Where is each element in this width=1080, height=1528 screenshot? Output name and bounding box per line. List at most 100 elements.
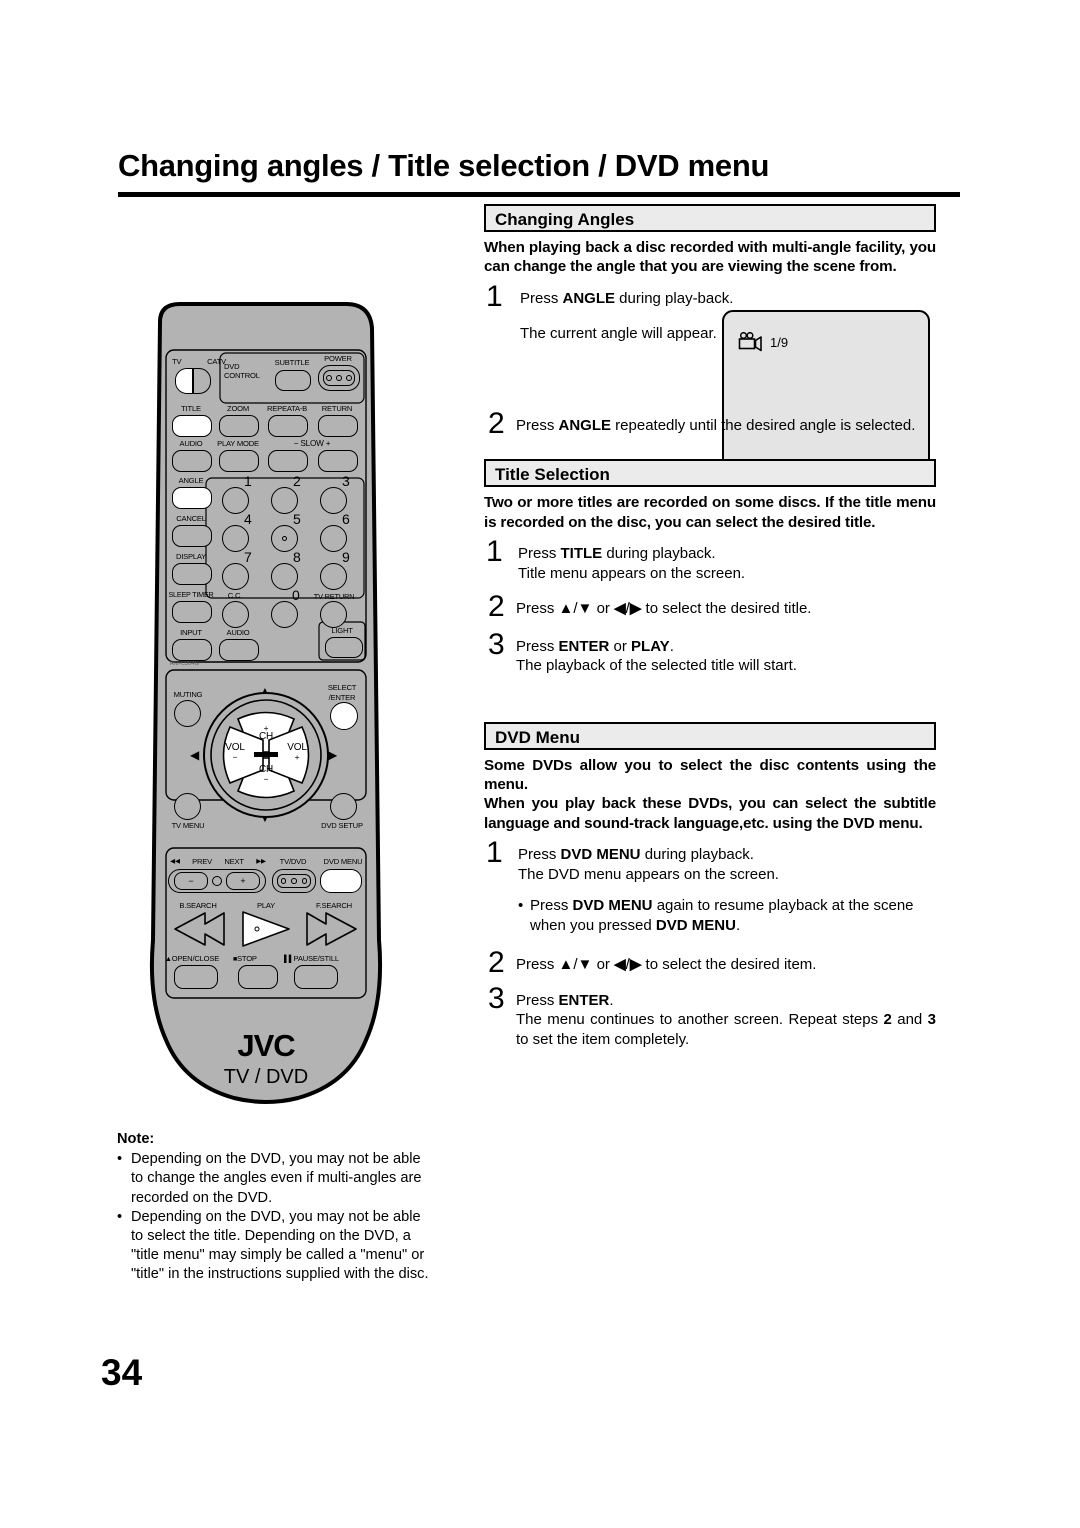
jvc-logo: JVC bbox=[237, 1028, 295, 1063]
arrow-down-icon: ▼ bbox=[577, 956, 593, 974]
arrow-left-icon: ◀ bbox=[614, 600, 626, 618]
step-keyword: PLAY bbox=[631, 637, 670, 655]
step-text-part: Press bbox=[518, 846, 561, 864]
step-note: The menu continues to another screen. Re… bbox=[516, 1010, 936, 1049]
note-item-text: Depending on the DVD, you may not be abl… bbox=[131, 1151, 422, 1206]
step-keyword: TITLE bbox=[560, 545, 603, 563]
note-item: • Depending on the DVD, you may not be a… bbox=[117, 1150, 435, 1208]
step-text: Press DVD MENU during playback. bbox=[518, 845, 936, 865]
step-number: 3 bbox=[488, 627, 505, 661]
step-text-part: and bbox=[891, 1011, 928, 1029]
bullet-dot: • bbox=[117, 1208, 123, 1225]
step-text-part: to set the item completely. bbox=[516, 1030, 690, 1048]
step-note: The DVD menu appears on the screen. bbox=[518, 865, 779, 883]
dvd-menu-step-2: 2 Press ▲/▼ or ◀/▶ to select the desired… bbox=[484, 948, 936, 978]
title-selection-step-3: 3 Press ENTER or PLAY. The playback of t… bbox=[484, 629, 936, 676]
step-text-part: Press bbox=[516, 956, 559, 974]
step-text-part: to select the desired item. bbox=[641, 956, 817, 974]
step-text-part: . bbox=[669, 637, 674, 655]
arrow-left-icon: ◀ bbox=[614, 956, 626, 974]
step-keyword: ANGLE bbox=[562, 289, 616, 307]
dvd-menu-bullet: • Press DVD MENU again to resume playback… bbox=[484, 896, 936, 935]
step-keyword: DVD MENU bbox=[560, 846, 641, 864]
step-text-part: or bbox=[609, 637, 632, 655]
pause-still-button[interactable] bbox=[294, 965, 338, 989]
bullet-text-part: . bbox=[735, 916, 741, 934]
step-text: Press TITLE during playback. bbox=[518, 544, 936, 564]
step-text-part: Press bbox=[516, 600, 559, 618]
transport-buttons-svg bbox=[174, 911, 357, 947]
bullet-dot: • bbox=[117, 1151, 123, 1168]
open-close-button[interactable] bbox=[174, 965, 218, 989]
step-text: Press ENTER or PLAY. bbox=[516, 637, 936, 657]
open-close-text: OPEN/CLOSE bbox=[171, 954, 220, 963]
arrow-up-icon: ▲ bbox=[558, 600, 574, 618]
section-header-changing-angles: Changing Angles bbox=[484, 204, 936, 232]
arrow-right-icon: ▶ bbox=[629, 956, 642, 974]
section-header-dvd-menu: DVD Menu bbox=[484, 721, 936, 750]
step-text-part: Press bbox=[516, 416, 559, 434]
step-number: 3 bbox=[488, 981, 505, 1015]
step-text-part: or bbox=[592, 956, 615, 974]
note-block: Note: • Depending on the DVD, you may no… bbox=[117, 1130, 435, 1285]
step-text-part: during playback. bbox=[602, 545, 716, 563]
arrow-up-icon: ▲ bbox=[558, 956, 574, 974]
pause-still-text: PAUSE/STILL bbox=[293, 954, 340, 963]
b-search-button[interactable] bbox=[174, 912, 225, 946]
remote-control-illustration: TV CATV DVD CONTROL SUBTITLE POWER TITLE… bbox=[148, 300, 384, 1120]
eject-icon: ▲ bbox=[165, 956, 172, 963]
step-number: 2 bbox=[488, 590, 505, 624]
stop-button[interactable] bbox=[238, 965, 278, 989]
step-number: 2 bbox=[488, 946, 505, 980]
changing-angles-intro: When playing back a disc recorded with m… bbox=[484, 239, 936, 276]
dvd-menu-step-3: 3 Press ENTER. The menu continues to ano… bbox=[484, 983, 936, 1050]
step-note: The playback of the selected title will … bbox=[516, 657, 797, 675]
step-note: Title menu appears on the screen. bbox=[518, 564, 746, 582]
dvd-menu-step-1: 1 Press DVD MENU during playback. The DV… bbox=[484, 838, 936, 884]
bullet-text-part: Press bbox=[530, 897, 573, 915]
step-text-part: during play-back. bbox=[615, 289, 734, 307]
dvd-menu-intro-1: Some DVDs allow you to select the disc c… bbox=[484, 756, 936, 794]
play-button[interactable] bbox=[242, 911, 290, 947]
step-text-part: Press bbox=[520, 289, 563, 307]
changing-angles-step-1: 1 Press ANGLE during play-back. The curr… bbox=[484, 281, 750, 344]
pause-still-label: ▌▌PAUSE/STILL bbox=[284, 954, 364, 964]
step-text-part: Press bbox=[516, 637, 559, 655]
page-title: Changing angles / Title selection / DVD … bbox=[118, 148, 770, 183]
step-number: 1 bbox=[486, 836, 503, 870]
remote-subbrand-label: TV / DVD bbox=[223, 1066, 309, 1088]
step-text-part: or bbox=[592, 600, 615, 618]
step-keyword: ENTER bbox=[558, 991, 610, 1009]
step-ref: 3 bbox=[927, 1011, 936, 1029]
note-title: Note: bbox=[117, 1131, 155, 1147]
title-selection-intro: Two or more titles are recorded on some … bbox=[484, 494, 936, 531]
step-note: The current angle will appear. bbox=[520, 325, 717, 343]
dvd-menu-intro-2: When you play back these DVDs, you can s… bbox=[484, 795, 936, 832]
title-selection-step-2: 2 Press ▲/▼ or ◀/▶ to select the desired… bbox=[484, 592, 936, 622]
stop-text: STOP bbox=[237, 954, 257, 963]
step-ref: 2 bbox=[883, 1011, 892, 1029]
open-close-label: ▲OPEN/CLOSE bbox=[165, 954, 239, 964]
step-text-part: . bbox=[609, 991, 614, 1009]
pause-icon: ▌▌ bbox=[284, 956, 294, 963]
step-text-part: during playback. bbox=[640, 846, 754, 864]
note-item-text: Depending on the DVD, you may not be abl… bbox=[131, 1208, 429, 1283]
changing-angles-step-2: 2 Press ANGLE repeatedly until the desir… bbox=[484, 408, 936, 438]
title-underline-rule bbox=[118, 192, 960, 197]
bullet-keyword: DVD MENU bbox=[655, 916, 736, 934]
title-selection-step-1: 1 Press TITLE during playback. Title men… bbox=[484, 537, 936, 583]
right-column: Changing Angles When playing back a disc… bbox=[484, 204, 936, 1049]
bullet-dot: • bbox=[518, 897, 524, 915]
step-number: 2 bbox=[488, 406, 505, 440]
step-text-part: Press bbox=[518, 545, 561, 563]
step-text-part: The menu continues to another screen. Re… bbox=[516, 1011, 884, 1029]
step-keyword: ENTER bbox=[558, 637, 610, 655]
stop-label: ■STOP bbox=[233, 954, 277, 964]
step-number: 1 bbox=[486, 279, 503, 313]
page-number: 34 bbox=[101, 1352, 143, 1393]
step-text: Press ANGLE during play-back. bbox=[520, 289, 750, 309]
section-header-title-selection: Title Selection bbox=[484, 459, 936, 488]
f-search-button[interactable] bbox=[306, 912, 357, 946]
step-text: Press ENTER. bbox=[516, 991, 936, 1011]
step-keyword: ANGLE bbox=[558, 416, 612, 434]
